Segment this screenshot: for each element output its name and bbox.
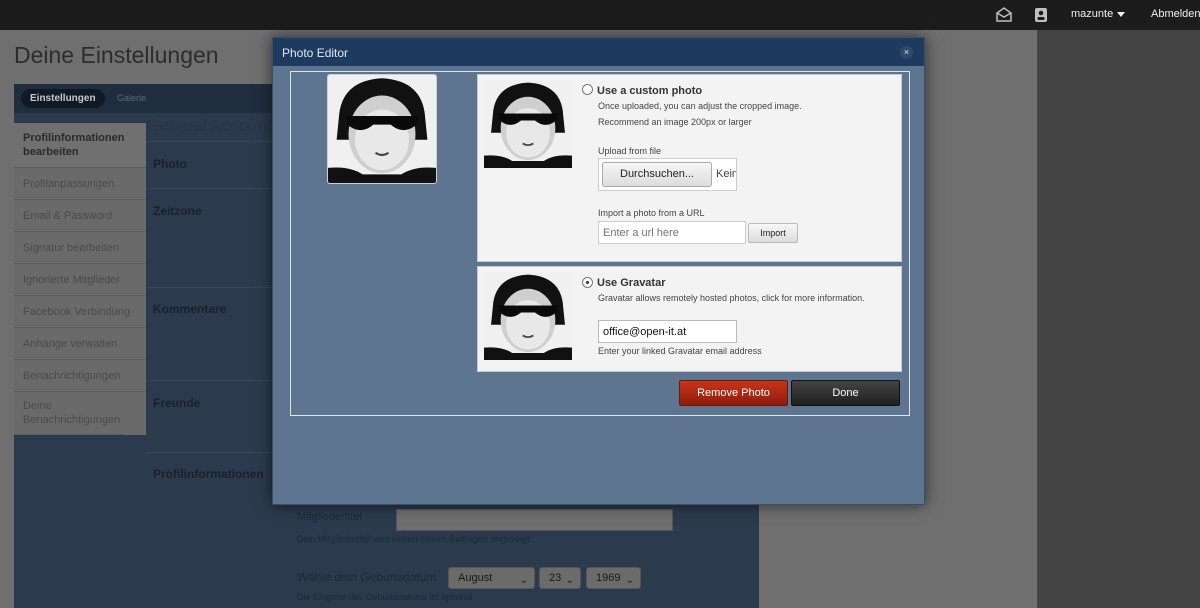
custom-photo-radio[interactable] [582,84,593,95]
gravatar-radio[interactable] [582,277,593,288]
close-icon[interactable]: × [900,46,913,59]
birthday-month-select[interactable]: August ⌄ [448,567,535,589]
birthday-day-select[interactable]: 23 ⌄ [539,567,581,589]
dialog-title: Photo Editor [282,46,349,60]
gravatar-email-hint: Enter your linked Gravatar email address [598,346,762,356]
sidebar-item-signature[interactable]: Signatur bearbeiten [14,232,146,264]
member-title-hint: Dein Mitgliedertitel wird neben deinen B… [297,534,530,544]
tab-settings[interactable]: Einstellungen [21,89,105,108]
sidebar-item-notifications[interactable]: Benachrichtigungen [14,360,146,392]
section-comments: Kommentare [153,302,227,316]
chevron-down-icon[interactable] [1117,12,1125,17]
member-title-input[interactable] [396,509,673,531]
divider [146,380,274,381]
current-photo [327,74,437,184]
gravatar-email-field[interactable] [598,320,737,343]
section-friends: Freunde [153,396,201,410]
url-import-label: Import a photo from a URL [598,208,705,218]
gravatar-thumbnail [484,272,572,360]
chevron-down-icon: ⌄ [519,575,528,586]
chevron-down-icon: ⌄ [565,575,574,586]
id-card-icon[interactable] [1033,7,1049,23]
custom-photo-thumbnail [484,80,572,168]
custom-photo-title: Use a custom photo [597,85,703,97]
member-title-label: Mitgliedertitel [297,511,362,523]
gravatar-desc: Gravatar allows remotely hosted photos, … [598,293,865,303]
birthday-year-select[interactable]: 1969 ⌄ [586,567,641,589]
divider [146,452,274,453]
birthday-month-value: August [458,572,493,584]
chevron-down-icon: ⌄ [625,575,634,586]
custom-photo-desc-2: Recommend an image 200px or larger [598,117,752,127]
sidebar-item-email-password[interactable]: Email & Password [14,200,146,232]
right-panel [1037,30,1200,608]
sidebar-item-profile-customize[interactable]: Profilanpassungen [14,168,146,200]
file-status: Keine Datei ausgewählt. [716,168,736,180]
import-button[interactable]: Import [748,223,798,243]
birthday-label: Wähle dein Geburtsdatum [297,570,437,584]
url-input[interactable] [598,221,746,244]
remove-photo-button[interactable]: Remove Photo [679,380,788,406]
done-button[interactable]: Done [791,380,900,406]
envelope-icon[interactable] [996,7,1012,23]
sidebar-item-facebook[interactable]: Facebook Verbindung [14,296,146,328]
avatar-image [484,80,572,168]
section-photo: Photo [153,157,187,171]
divider [146,141,274,142]
top-bar: mazunte Abmelden [0,0,1200,30]
upload-label: Upload from file [598,146,662,156]
username-menu[interactable]: mazunte [1071,8,1113,20]
dialog-header: Photo Editor × [273,38,924,66]
birthday-hint: Die Eingabe des Geburtsdatums ist option… [297,592,473,602]
section-heading: General Account [146,116,272,135]
gravatar-title: Use Gravatar [597,277,666,289]
divider [146,188,274,189]
sidebar-item-my-notifications[interactable]: Deine Benachrichtigungen [14,392,124,435]
divider [146,287,274,288]
section-profile-info: Profilinformationen [153,467,264,481]
tab-gallery[interactable]: Galerie [117,93,146,103]
avatar-image [328,75,436,183]
logout-link[interactable]: Abmelden [1151,8,1200,20]
page-title: Deine Einstellungen [14,42,219,68]
custom-photo-desc-1: Once uploaded, you can adjust the croppe… [598,101,802,111]
sidebar-item-profile-info[interactable]: Profilinformationen bearbeiten [14,123,146,168]
browse-button[interactable]: Durchsuchen... [602,162,712,187]
sidebar-item-attachments[interactable]: Anhänge verwalten [14,328,146,360]
sidebar-item-ignored[interactable]: Ignorierte Mitglieder [14,264,146,296]
settings-sidebar: Profilinformationen bearbeiten Profilanp… [14,123,146,435]
section-timezone: Zeitzone [153,204,202,218]
birthday-day-value: 23 [549,572,562,584]
avatar-image [484,272,572,360]
birthday-year-value: 1969 [596,572,621,584]
